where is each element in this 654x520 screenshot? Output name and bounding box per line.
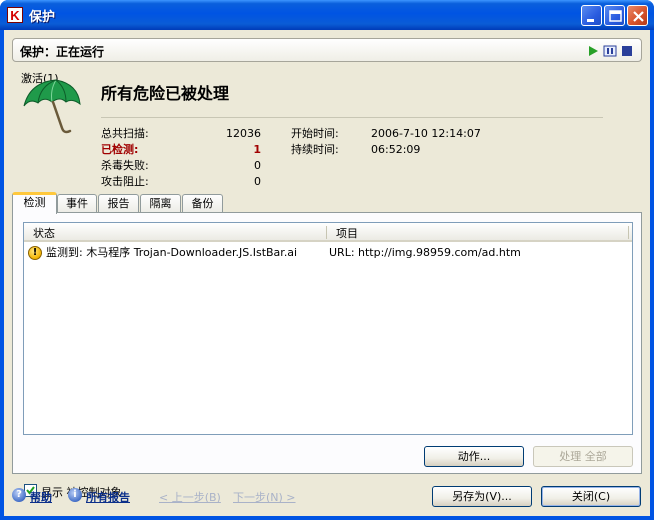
stat-row: 总共扫描: 12036: [101, 126, 271, 142]
summary-divider: [101, 117, 603, 118]
stat-value: 0: [254, 159, 261, 172]
pause-icon[interactable]: [603, 44, 617, 58]
detection-list[interactable]: 状态 项目 ! 监测到: 木马程序 Trojan-Downloader.JS.I…: [23, 222, 633, 435]
client-area: 保护：正在运行 激活(1) 所有危险已被处理 总共扫描: 12036 已检测: …: [4, 30, 650, 516]
column-separator[interactable]: [628, 226, 629, 239]
warning-icon: !: [28, 246, 42, 260]
tab-quarantine[interactable]: 隔离: [140, 194, 181, 213]
stat-value: 0: [254, 175, 261, 188]
save-as-button[interactable]: 另存为(V)...: [432, 486, 532, 507]
process-all-button[interactable]: 处理 全部: [533, 446, 633, 467]
protection-status-bar: 保护：正在运行: [12, 38, 642, 62]
minimize-button[interactable]: [581, 5, 602, 26]
window-title: 保护: [29, 10, 56, 25]
column-status[interactable]: 状态: [33, 225, 55, 241]
row-status: 监测到: 木马程序 Trojan-Downloader.JS.IstBar.ai: [46, 246, 298, 259]
kaspersky-logo-icon: K: [7, 7, 23, 23]
play-icon[interactable]: [586, 44, 600, 58]
column-separator[interactable]: [326, 226, 327, 239]
help-icon: ?: [12, 488, 26, 502]
row-item: URL: http://img.98959.com/ad.htm: [329, 246, 521, 259]
tab-events[interactable]: 事件: [57, 194, 97, 213]
stat-label: 攻击阻止:: [101, 175, 149, 188]
prev-step-link[interactable]: < 上一步(B): [159, 489, 221, 505]
info-icon: i: [68, 488, 82, 502]
protection-status-label: 保护：正在运行: [20, 45, 105, 59]
stat-label: 已检测:: [101, 143, 139, 156]
stat-row: 攻击阻止: 0: [101, 174, 271, 190]
action-button[interactable]: 动作...: [424, 446, 524, 467]
next-step-link[interactable]: 下一步(N) >: [233, 489, 296, 505]
summary-headline: 所有危险已被处理: [101, 84, 230, 103]
column-item[interactable]: 项目: [336, 225, 358, 241]
stat-row: 杀毒失败: 0: [101, 158, 271, 174]
help-link[interactable]: 帮助: [30, 489, 52, 505]
minimize-icon: [587, 19, 594, 22]
maximize-button[interactable]: [604, 5, 625, 26]
stat-label: 杀毒失败:: [101, 159, 149, 172]
tab-backup[interactable]: 备份: [182, 194, 223, 213]
time-value: 06:52:09: [371, 143, 421, 156]
time-row: 持续时间: 06:52:09: [291, 142, 491, 158]
time-row: 开始时间: 2006-7-10 12:14:07: [291, 126, 491, 142]
all-reports-link[interactable]: 所有报告: [86, 489, 130, 505]
close-button[interactable]: 关闭(C): [541, 486, 641, 507]
list-header: 状态 项目: [24, 223, 632, 242]
close-icon: [633, 11, 644, 22]
tab-detection[interactable]: 检测: [12, 192, 57, 214]
time-label: 持续时间:: [291, 143, 339, 156]
stop-icon[interactable]: [620, 44, 634, 58]
title-bar[interactable]: K 保护: [0, 0, 654, 30]
detection-panel: 状态 项目 ! 监测到: 木马程序 Trojan-Downloader.JS.I…: [12, 212, 642, 499]
stat-value: 1: [253, 143, 261, 156]
time-value: 2006-7-10 12:14:07: [371, 127, 481, 140]
scan-stats: 总共扫描: 12036 已检测: 1 杀毒失败: 0 攻击阻止: 0: [101, 126, 271, 190]
tab-reports[interactable]: 报告: [98, 194, 139, 213]
stat-label: 总共扫描:: [101, 127, 149, 140]
stat-row: 已检测: 1: [101, 142, 271, 158]
time-label: 开始时间:: [291, 127, 339, 140]
umbrella-icon: [23, 79, 81, 134]
table-row[interactable]: ! 监测到: 木马程序 Trojan-Downloader.JS.IstBar.…: [24, 244, 632, 262]
maximize-icon: [609, 10, 622, 22]
close-window-button[interactable]: [627, 5, 648, 26]
stat-value: 12036: [226, 127, 261, 140]
time-stats: 开始时间: 2006-7-10 12:14:07 持续时间: 06:52:09: [291, 126, 491, 158]
app-window: K 保护 保护：正在运行 激活(1) 所有危险已被处理 总共扫描: 12036 …: [0, 0, 654, 520]
